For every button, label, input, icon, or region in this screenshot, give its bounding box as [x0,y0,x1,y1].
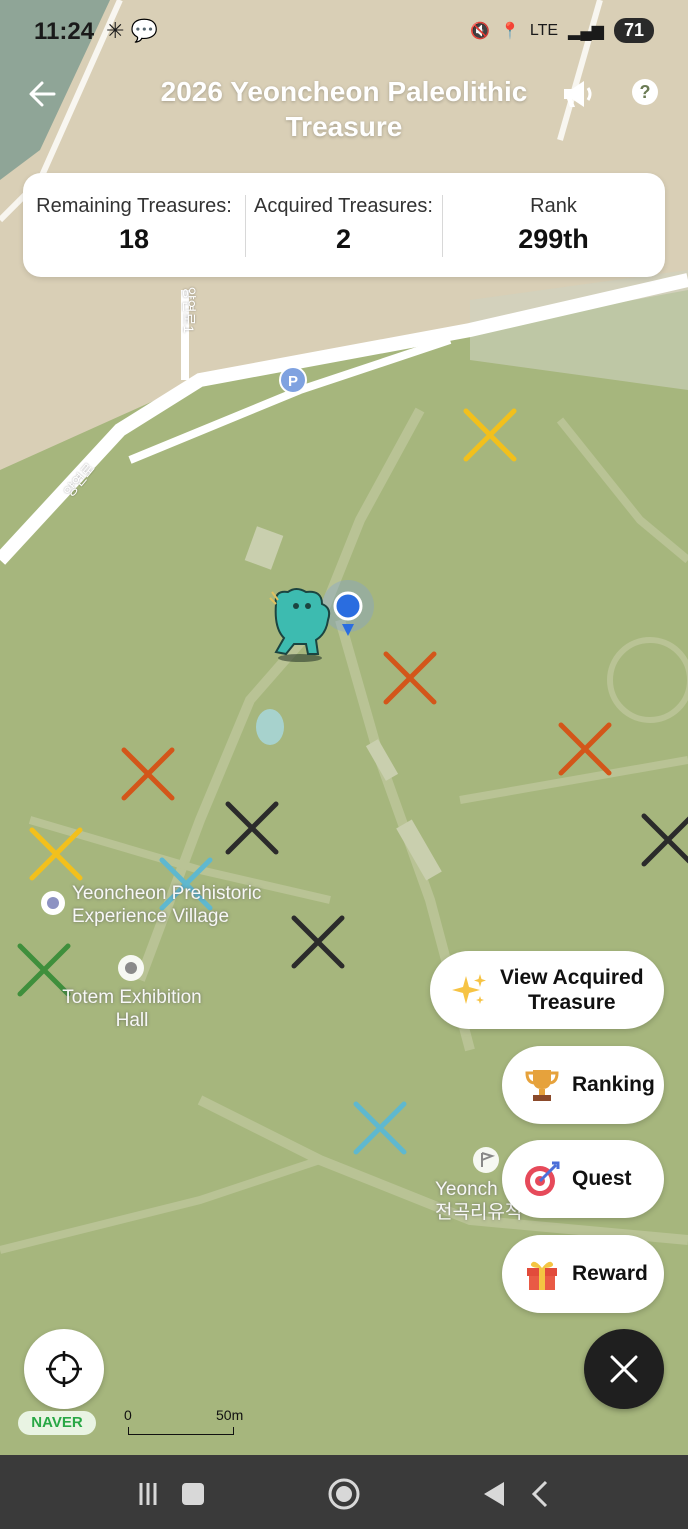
signal-icon: ▂▄▆ [568,22,604,40]
network-label: LTE [529,21,559,39]
battery-indicator: 71 [613,18,654,43]
road-label-2: 양연로1 [181,286,198,334]
quest-label: Quest [572,1167,632,1190]
rank-stat: Rank 299th [442,173,665,277]
view-acquired-line2: Treasure [527,991,616,1014]
system-nav-bar [0,1455,688,1529]
ranking-button[interactable]: Ranking [502,1046,664,1124]
ranking-label: Ranking [572,1073,655,1096]
character-avatar [269,588,331,662]
announcement-button[interactable] [558,74,598,114]
back-nav-button[interactable] [480,1476,552,1512]
sparkles-icon [452,974,486,1004]
treasure-marker-orange[interactable] [121,747,175,801]
reward-button[interactable]: Reward [502,1235,664,1313]
place-label-village-line2: Experience Village [72,906,230,927]
notification-icons: ✳ 💬 [106,18,158,43]
back-button[interactable] [24,74,64,114]
rank-value: 299th [518,224,589,254]
treasure-marker-orange[interactable] [383,651,437,705]
acquired-label: Acquired Treasures: [254,195,433,217]
gift-icon [527,1261,557,1290]
close-icon [610,1355,638,1383]
status-right: 🔇 📍 LTE ▂▄▆ 71 [470,18,654,43]
treasure-marker-black[interactable] [641,813,688,867]
remaining-value: 18 [118,224,150,254]
place-label-totem[interactable]: Totem Exhibition Hall [55,986,209,1032]
recents-button[interactable] [136,1479,206,1509]
rank-label: Rank [530,195,577,217]
treasure-marker-black[interactable] [291,915,345,969]
view-acquired-treasure-button[interactable]: View Acquired Treasure [430,951,664,1029]
acquired-value: 2 [335,224,352,254]
remaining-label: Remaining Treasures: [36,195,232,217]
place-label-village-line1: Yeoncheon Prehistoric [72,883,262,904]
place-label-yeonch-line2: 전곡리유적 [435,1202,523,1223]
home-button[interactable] [326,1476,362,1512]
treasure-marker-cyan[interactable] [353,1101,407,1155]
map-scale: 0 50m [124,1405,252,1435]
scale-bar [128,1427,234,1435]
acquired-treasures-stat: Acquired Treasures: 2 [245,173,442,277]
help-button[interactable]: ? [632,79,658,105]
reward-label: Reward [572,1262,648,1285]
place-label-totem-line2: Hall [115,1010,149,1031]
arrow-left-icon [29,81,56,107]
quest-button[interactable]: Quest [502,1140,664,1218]
naver-logo: NAVER [18,1411,96,1435]
megaphone-icon [564,81,592,107]
place-label-totem-line1: Totem Exhibition [62,987,202,1008]
treasure-marker-yellow[interactable] [29,827,83,881]
remaining-treasures-stat: Remaining Treasures: 18 [23,173,245,277]
crosshair-icon [46,1351,82,1387]
page-title: 2026 Yeoncheon Paleolithic Treasure [160,76,528,142]
treasure-marker-yellow[interactable] [463,408,517,462]
scale-zero: 0 [124,1407,132,1423]
mute-icon: 🔇 [470,22,490,40]
stats-card: Remaining Treasures: 18 Acquired Treasur… [23,173,665,277]
close-menu-button[interactable] [584,1329,664,1409]
location-icon: 📍 [499,22,520,40]
treasure-marker-orange[interactable] [558,722,612,776]
target-icon [525,1161,560,1196]
scale-label: 50m [216,1407,244,1423]
view-acquired-line1: View Acquired [500,966,644,989]
status-time: 11:24 [34,18,95,45]
treasure-marker-black[interactable] [225,801,279,855]
trophy-icon [525,1070,559,1101]
status-bar: 11:24 ✳ 💬 🔇 📍 LTE ▂▄▆ 71 [0,0,688,64]
current-location-button[interactable] [24,1329,104,1409]
place-label-village[interactable]: Yeoncheon Prehistoric Experience Village [72,882,261,928]
